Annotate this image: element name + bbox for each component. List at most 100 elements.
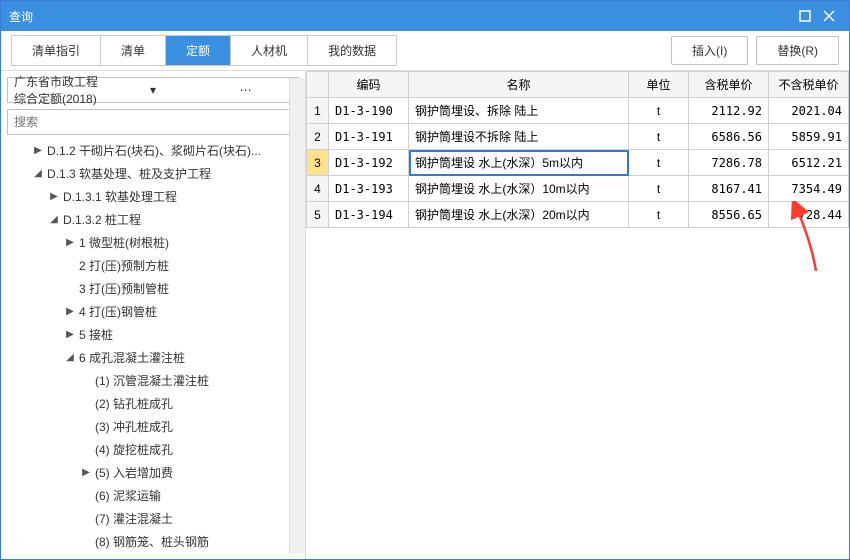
tree-node[interactable]: ◢6 成孔混凝土灌注桩 xyxy=(7,346,305,369)
tree-node[interactable]: ·(1) 沉管混凝土灌注桩 xyxy=(7,369,305,392)
table-row[interactable]: 1D1-3-190钢护筒埋设、拆除 陆上t2112.922021.04 xyxy=(307,98,849,124)
tree-node-label: (4) 旋挖桩成孔 xyxy=(95,441,173,458)
tree-node[interactable]: ▶D.1.3.1 软基处理工程 xyxy=(7,185,305,208)
chevron-down-icon[interactable]: ▾ xyxy=(107,83,200,97)
row-price-tax: 2112.92 xyxy=(689,98,769,124)
replace-button[interactable]: 替换(R) xyxy=(756,36,839,65)
row-unit: t xyxy=(629,124,689,150)
left-scrollbar[interactable] xyxy=(289,78,305,554)
row-price-notax: 6512.21 xyxy=(769,150,849,176)
table-row[interactable]: 4D1-3-193钢护筒埋设 水上(水深）10m以内t8167.417354.4… xyxy=(307,176,849,202)
row-name: 钢护筒埋设不拆除 陆上 xyxy=(409,124,629,150)
tree-node[interactable]: ◢D.1.3 软基处理、桩及支护工程 xyxy=(7,162,305,185)
row-price-notax: 7354.49 xyxy=(769,176,849,202)
window-title: 查询 xyxy=(9,8,793,25)
row-number: 1 xyxy=(307,98,329,124)
toolbar: 清单指引清单定额人材机我的数据 插入(I) 替换(R) xyxy=(1,31,849,71)
combo-more-icon[interactable]: ⋯ xyxy=(199,83,292,97)
tree-node-label: (2) 钻孔桩成孔 xyxy=(95,395,173,412)
grid-header[interactable]: 编码 xyxy=(329,72,409,98)
row-price-tax: 8556.65 xyxy=(689,202,769,228)
expand-icon[interactable]: ▶ xyxy=(63,237,77,248)
row-code: D1-3-191 xyxy=(329,124,409,150)
row-number: 5 xyxy=(307,202,329,228)
expand-icon[interactable]: ▶ xyxy=(63,306,77,317)
norm-combo[interactable]: 广东省市政工程综合定额(2018) ▾ ⋯ xyxy=(7,77,299,103)
maximize-button[interactable] xyxy=(793,4,817,28)
collapse-icon[interactable]: ◢ xyxy=(63,352,77,363)
tab-bar: 清单指引清单定额人材机我的数据 xyxy=(11,35,397,66)
row-price-notax: 2021.04 xyxy=(769,98,849,124)
row-price-tax: 8167.41 xyxy=(689,176,769,202)
close-button[interactable] xyxy=(817,4,841,28)
search-input[interactable] xyxy=(7,109,299,135)
tree-node-label: (6) 泥浆运输 xyxy=(95,487,161,504)
row-code: D1-3-190 xyxy=(329,98,409,124)
tab-4[interactable]: 我的数据 xyxy=(308,36,396,65)
tree-node-label: 6 成孔混凝土灌注桩 xyxy=(79,349,185,366)
tree-node[interactable]: ▶(5) 入岩增加费 xyxy=(7,461,305,484)
tab-1[interactable]: 清单 xyxy=(101,36,166,65)
tree-node[interactable]: ▶5 接桩 xyxy=(7,323,305,346)
tab-0[interactable]: 清单指引 xyxy=(12,36,101,65)
row-name: 钢护筒埋设 水上(水深）20m以内 xyxy=(409,202,629,228)
row-unit: t xyxy=(629,202,689,228)
collapse-icon[interactable]: ◢ xyxy=(31,168,45,179)
tree-node-label: D.1.2 干砌片石(块石)、浆砌片石(块石)... xyxy=(47,142,261,159)
tree-node[interactable]: ·2 打(压)预制方桩 xyxy=(7,254,305,277)
row-code: D1-3-192 xyxy=(329,150,409,176)
tab-3[interactable]: 人材机 xyxy=(231,36,308,65)
tree-node[interactable]: ·(2) 钻孔桩成孔 xyxy=(7,392,305,415)
result-grid: 编码名称单位含税单价不含税单价 1D1-3-190钢护筒埋设、拆除 陆上t211… xyxy=(306,71,849,228)
tree-node[interactable]: ▶D.1.2 干砌片石(块石)、浆砌片石(块石)... xyxy=(7,139,305,162)
tab-2[interactable]: 定额 xyxy=(166,36,231,65)
tree-scroll[interactable]: ▶D.1.2 干砌片石(块石)、浆砌片石(块石)...◢D.1.3 软基处理、桩… xyxy=(7,139,305,553)
collapse-icon[interactable]: ◢ xyxy=(47,214,61,225)
tree-node[interactable]: ▶1 微型桩(树根桩) xyxy=(7,231,305,254)
tree-node-label: 4 打(压)钢管桩 xyxy=(79,303,157,320)
expand-icon[interactable]: ▶ xyxy=(63,329,77,340)
grid-header[interactable]: 含税单价 xyxy=(689,72,769,98)
row-unit: t xyxy=(629,150,689,176)
insert-button[interactable]: 插入(I) xyxy=(671,36,748,65)
expand-icon[interactable]: ▶ xyxy=(47,191,61,202)
row-name: 钢护筒埋设 水上(水深）5m以内 xyxy=(409,150,629,176)
row-code: D1-3-193 xyxy=(329,176,409,202)
tree-node[interactable]: ·(3) 冲孔桩成孔 xyxy=(7,415,305,438)
left-panel: 广东省市政工程综合定额(2018) ▾ ⋯ ▶D.1.2 干砌片石(块石)、浆砌… xyxy=(1,71,306,559)
titlebar: 查询 xyxy=(1,1,849,31)
tree-node[interactable]: ◢D.1.3.2 桩工程 xyxy=(7,208,305,231)
row-unit: t xyxy=(629,98,689,124)
row-price-tax: 6586.56 xyxy=(689,124,769,150)
row-code: D1-3-194 xyxy=(329,202,409,228)
tree-node[interactable]: ·(6) 泥浆运输 xyxy=(7,484,305,507)
query-window: 查询 清单指引清单定额人材机我的数据 插入(I) 替换(R) 广东省市政工程综合… xyxy=(0,0,850,560)
tree-node-label: (3) 冲孔桩成孔 xyxy=(95,418,173,435)
grid-header-row: 编码名称单位含税单价不含税单价 xyxy=(307,72,849,98)
grid-header[interactable]: 不含税单价 xyxy=(769,72,849,98)
row-price-notax: 7728.44 xyxy=(769,202,849,228)
tree-node-label: D.1.3.1 软基处理工程 xyxy=(63,188,177,205)
grid-header[interactable] xyxy=(307,72,329,98)
table-row[interactable]: 3D1-3-192钢护筒埋设 水上(水深）5m以内t7286.786512.21 xyxy=(307,150,849,176)
tree-node[interactable]: ·(8) 钢筋笼、桩头钢筋 xyxy=(7,530,305,553)
tree-node-label: 2 打(压)预制方桩 xyxy=(79,257,169,274)
expand-icon[interactable]: ▶ xyxy=(31,145,45,156)
tree-node[interactable]: ·3 打(压)预制管桩 xyxy=(7,277,305,300)
row-price-tax: 7286.78 xyxy=(689,150,769,176)
tree-node-label: (8) 钢筋笼、桩头钢筋 xyxy=(95,533,209,550)
tree-node[interactable]: ·(7) 灌注混凝土 xyxy=(7,507,305,530)
grid-header[interactable]: 单位 xyxy=(629,72,689,98)
tree-node-label: 1 微型桩(树根桩) xyxy=(79,234,169,251)
tree-node-label: D.1.3 软基处理、桩及支护工程 xyxy=(47,165,211,182)
table-row[interactable]: 2D1-3-191钢护筒埋设不拆除 陆上t6586.565859.91 xyxy=(307,124,849,150)
expand-icon[interactable]: ▶ xyxy=(79,467,93,478)
right-panel: 编码名称单位含税单价不含税单价 1D1-3-190钢护筒埋设、拆除 陆上t211… xyxy=(306,71,849,559)
row-name: 钢护筒埋设、拆除 陆上 xyxy=(409,98,629,124)
tree-node-label: (1) 沉管混凝土灌注桩 xyxy=(95,372,209,389)
grid-header[interactable]: 名称 xyxy=(409,72,629,98)
tree-node[interactable]: ▶4 打(压)钢管桩 xyxy=(7,300,305,323)
tree-node[interactable]: ·(4) 旋挖桩成孔 xyxy=(7,438,305,461)
table-row[interactable]: 5D1-3-194钢护筒埋设 水上(水深）20m以内t8556.657728.4… xyxy=(307,202,849,228)
content: 广东省市政工程综合定额(2018) ▾ ⋯ ▶D.1.2 干砌片石(块石)、浆砌… xyxy=(1,71,849,559)
